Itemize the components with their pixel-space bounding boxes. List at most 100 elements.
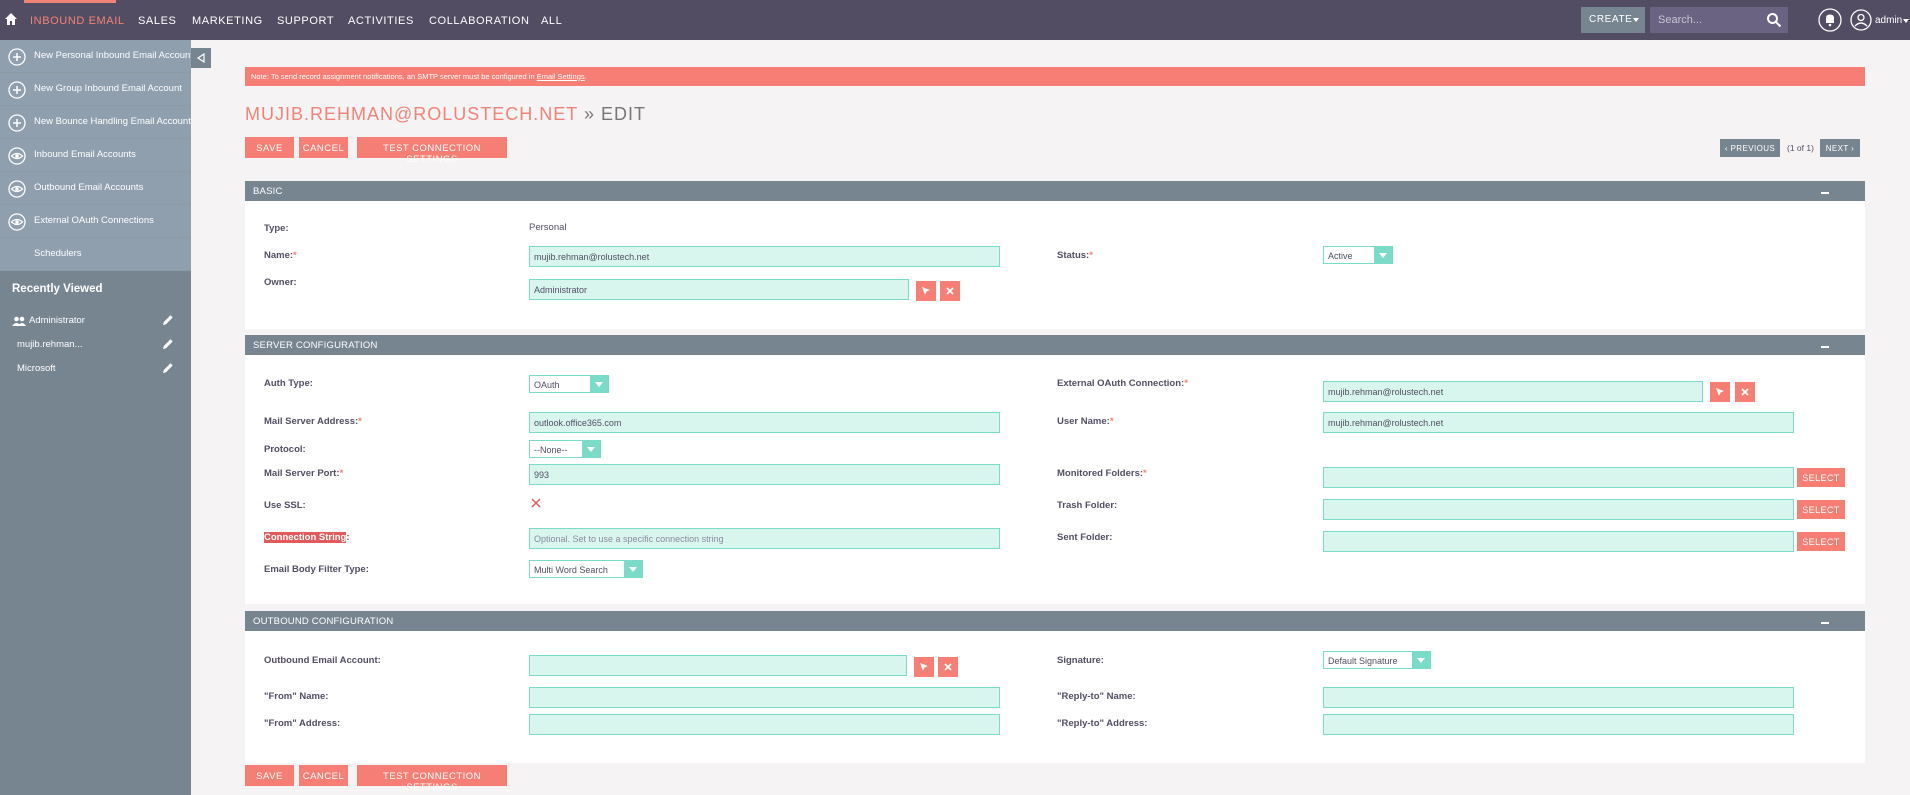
create-button[interactable]: CREATE [1581,7,1645,33]
cancel-button-bottom[interactable]: CANCEL [299,765,348,786]
collapse-icon[interactable] [1821,622,1829,624]
signature-label: Signature: [1057,655,1104,666]
tab-activities[interactable]: ACTIVITIES [348,15,414,27]
pencil-icon[interactable] [162,314,174,326]
required-marker: * [1184,378,1188,389]
sidebar-collapse-button[interactable] [191,48,211,68]
from-address-label: "From" Address: [264,718,341,729]
email-settings-link[interactable]: Email Settings [537,72,585,81]
panel-body-server: Auth Type: OAuth External OAuth Connecti… [245,355,1865,604]
panel-title: OUTBOUND CONFIGURATION [253,616,394,627]
tab-marketing[interactable]: MARKETING [192,15,263,27]
oauth-clear-button[interactable] [1735,382,1755,402]
from-address-input[interactable] [529,714,1000,735]
user-menu-label[interactable]: admin [1875,15,1902,26]
required-marker: * [293,250,297,261]
name-input[interactable]: mujib.rehman@rolustech.net [529,246,1000,267]
sent-folder-input[interactable] [1323,531,1794,552]
mail-server-input[interactable]: outlook.office365.com [529,412,1000,433]
pencil-icon[interactable] [162,362,174,374]
pencil-icon[interactable] [162,338,174,350]
tab-all[interactable]: ALL [541,15,562,27]
test-connection-button[interactable]: TEST CONNECTION SETTINGS [357,137,507,165]
search-input[interactable] [1650,7,1760,33]
owner-select-button[interactable] [916,281,936,301]
sidebar-item-outbound-accounts[interactable]: Outbound Email Accounts [0,172,191,205]
monitored-folders-select-button[interactable]: SELECT [1797,468,1845,487]
tab-support[interactable]: SUPPORT [277,15,334,27]
auth-type-select[interactable]: OAuth [529,375,609,393]
collapse-icon[interactable] [1821,346,1829,348]
sidebar-item-new-personal[interactable]: New Personal Inbound Email Account [0,40,193,73]
required-marker: * [339,468,344,479]
search-box [1650,7,1788,33]
notification-bell-icon[interactable] [1818,8,1842,32]
from-name-label: "From" Name: [264,691,329,702]
sidebar-item-schedulers[interactable]: Schedulers [0,238,191,271]
sent-folder-select-button[interactable]: SELECT [1797,532,1845,551]
collapse-icon[interactable] [1821,192,1829,194]
home-icon[interactable] [4,12,18,26]
outbound-account-input[interactable] [529,655,907,676]
chevron-down-icon [1374,247,1392,263]
status-select[interactable]: Active [1323,246,1393,264]
recently-viewed-item[interactable]: mujib.rehman... [0,333,191,357]
reply-to-address-input[interactable] [1323,714,1794,735]
external-oauth-input[interactable]: mujib.rehman@rolustech.net [1323,381,1703,402]
email-body-filter-label: Email Body Filter Type: [264,564,369,575]
chevron-down-icon [1412,652,1430,668]
sidebar-item-oauth-connections[interactable]: External OAuth Connections [0,205,191,238]
owner-input[interactable]: Administrator [529,279,909,300]
close-icon [1741,388,1749,396]
oauth-select-button[interactable] [1710,382,1730,402]
use-ssl-checkbox[interactable] [531,498,541,508]
panel-header-basic[interactable]: BASIC [245,181,1865,201]
sidebar-item-inbound-accounts[interactable]: Inbound Email Accounts [0,139,191,172]
panel-header-outbound[interactable]: OUTBOUND CONFIGURATION [245,611,1865,631]
title-action: EDIT [600,104,646,124]
test-connection-button-bottom[interactable]: TEST CONNECTION SETTINGS [357,765,507,793]
required-marker: * [358,416,362,427]
monitored-folders-input[interactable] [1323,467,1794,488]
email-body-filter-select[interactable]: Multi Word Search [529,560,643,578]
recently-viewed-item[interactable]: Microsoft [0,357,191,381]
recently-viewed-label: Microsoft [17,363,56,374]
signature-select[interactable]: Default Signature [1323,651,1431,669]
auth-type-value: OAuth [534,380,560,390]
save-button[interactable]: SAVE [245,137,294,158]
next-button[interactable]: NEXT › [1820,139,1860,157]
save-button-bottom[interactable]: SAVE [245,765,294,786]
from-name-input[interactable] [529,687,1000,708]
tab-inbound-email[interactable]: INBOUND EMAIL [30,15,125,27]
owner-clear-button[interactable] [940,281,960,301]
cancel-button[interactable]: CANCEL [299,137,348,158]
sidebar-item-new-group[interactable]: New Group Inbound Email Account [0,73,191,106]
triangle-left-icon [196,53,205,63]
connection-string-label: Connection String: [264,532,350,543]
panel-header-server[interactable]: SERVER CONFIGURATION [245,335,1865,355]
outbound-select-button[interactable] [914,657,934,677]
tab-collaboration[interactable]: COLLABORATION [429,15,530,27]
previous-button[interactable]: ‹ PREVIOUS [1720,139,1780,157]
user-name-input[interactable]: mujib.rehman@rolustech.net [1323,412,1794,433]
panel-body-outbound: Outbound Email Account: Signature: Defau… [245,631,1865,763]
trash-folder-input[interactable] [1323,499,1794,520]
recently-viewed-item[interactable]: Administrator [0,309,191,333]
chevron-down-icon[interactable] [1903,19,1909,23]
reply-to-name-input[interactable] [1323,687,1794,708]
trash-folder-select-button[interactable]: SELECT [1797,500,1845,519]
user-avatar-icon[interactable] [1850,9,1872,31]
search-icon[interactable] [1766,12,1782,28]
record-name: MUJIB.REHMAN@ROLUSTECH.NET [245,104,578,124]
panel-body-basic: Type: Personal Name:* mujib.rehman@rolus… [245,201,1865,329]
connection-string-input[interactable]: Optional. Set to use a specific connecti… [529,528,1000,549]
outbound-clear-button[interactable] [938,657,958,677]
chevron-down-icon [1633,18,1639,22]
status-value: Active [1328,251,1353,261]
status-label: Status:* [1057,250,1093,261]
sidebar-item-new-bounce[interactable]: New Bounce Handling Email Account [0,106,191,139]
mail-server-port-input[interactable]: 993 [529,464,1000,485]
owner-label: Owner: [264,277,297,288]
tab-sales[interactable]: SALES [138,15,176,27]
protocol-select[interactable]: --None-- [529,440,601,458]
